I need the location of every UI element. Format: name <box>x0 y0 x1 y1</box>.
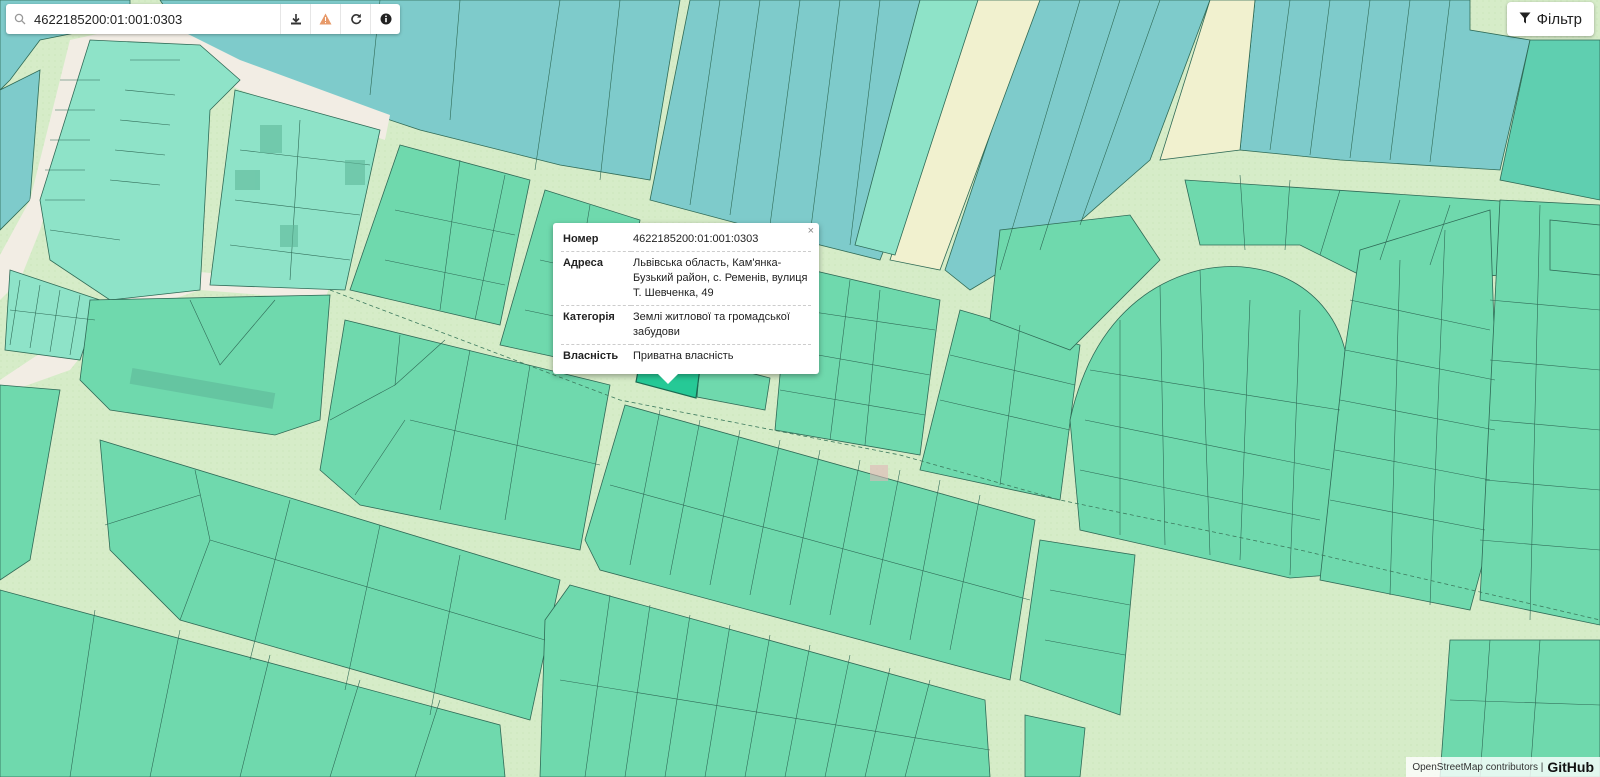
funnel-icon <box>1519 11 1531 28</box>
search-bar <box>6 4 400 34</box>
popup-close-icon[interactable]: × <box>808 225 814 237</box>
download-icon[interactable] <box>280 4 310 34</box>
parcel[interactable] <box>1549 219 1600 276</box>
search-tools <box>280 4 400 34</box>
cadastral-map[interactable] <box>0 0 1600 777</box>
info-row-ownership: Власність Приватна власність <box>561 345 811 369</box>
info-row-address: Адреса Львівська область, Кам'янка-Бузьк… <box>561 251 811 306</box>
parcel-info-popup: × Номер 4622185200:01:001:0303 Адреса Ль… <box>553 223 819 384</box>
parcel-info-table: Номер 4622185200:01:001:0303 Адреса Льві… <box>561 228 811 368</box>
info-key: Категорія <box>561 305 631 345</box>
info-icon[interactable] <box>370 4 400 34</box>
attribution-text[interactable]: OpenStreetMap contributors | <box>1412 762 1543 773</box>
info-value: Землі житлової та громадської забудови <box>631 305 811 345</box>
cadastral-search-input[interactable] <box>34 11 254 27</box>
info-value: 4622185200:01:001:0303 <box>631 228 811 252</box>
github-logo[interactable]: GitHub <box>1547 759 1594 775</box>
search-icon <box>6 13 34 25</box>
filter-button[interactable]: Фільтр <box>1506 2 1594 36</box>
info-value: Приватна власність <box>633 350 734 362</box>
info-key: Номер <box>561 228 631 252</box>
refresh-icon[interactable] <box>340 4 370 34</box>
info-value: Львівська область, Кам'янка-Бузький райо… <box>631 251 811 306</box>
warning-icon[interactable] <box>310 4 340 34</box>
info-key: Адреса <box>561 251 631 306</box>
info-key: Власність <box>563 350 619 362</box>
info-row-number: Номер 4622185200:01:001:0303 <box>561 228 811 252</box>
map-attribution: OpenStreetMap contributors | GitHub <box>1406 757 1600 777</box>
info-row-category: Категорія Землі житлової та громадської … <box>561 305 811 345</box>
filter-label: Фільтр <box>1536 10 1582 28</box>
